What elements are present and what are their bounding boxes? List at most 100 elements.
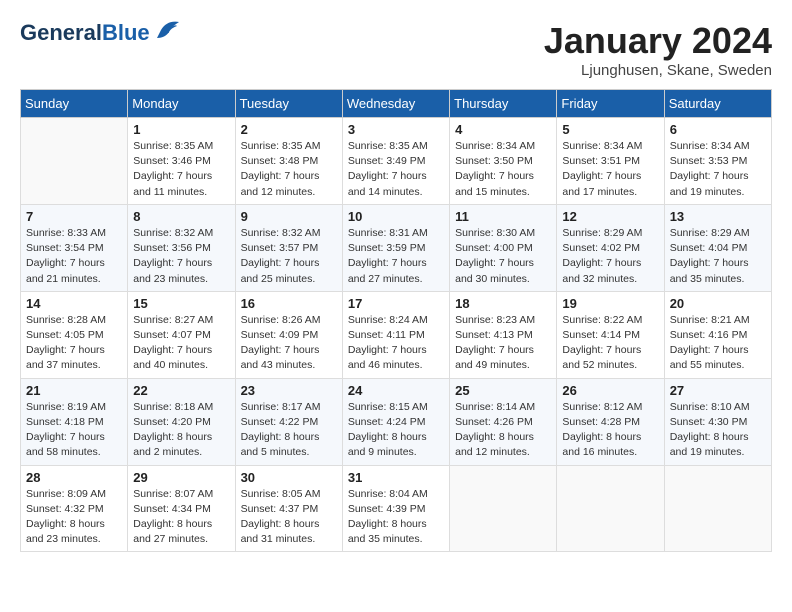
day-info: Sunrise: 8:26 AMSunset: 4:09 PMDaylight:… bbox=[241, 313, 337, 374]
day-number: 17 bbox=[348, 296, 444, 311]
day-info: Sunrise: 8:34 AMSunset: 3:53 PMDaylight:… bbox=[670, 139, 766, 200]
day-number: 28 bbox=[26, 470, 122, 485]
table-row: 17Sunrise: 8:24 AMSunset: 4:11 PMDayligh… bbox=[342, 291, 449, 378]
table-row: 8 Sunrise: 8:32 AMSunset: 3:56 PMDaylight… bbox=[128, 204, 235, 291]
day-info: Sunrise: 8:21 AMSunset: 4:16 PMDaylight:… bbox=[670, 313, 766, 374]
calendar-week-row: 21Sunrise: 8:19 AMSunset: 4:18 PMDayligh… bbox=[21, 378, 772, 465]
day-info: Sunrise: 8:23 AMSunset: 4:13 PMDaylight:… bbox=[455, 313, 551, 374]
col-saturday: Saturday bbox=[664, 90, 771, 118]
table-row: 28 Sunrise: 8:09 AMSunset: 4:32 PMDayligh… bbox=[21, 465, 128, 552]
day-info: Sunrise: 8:34 AMSunset: 3:51 PMDaylight:… bbox=[562, 139, 658, 200]
day-number: 22 bbox=[133, 383, 229, 398]
day-info: Sunrise: 8:34 AMSunset: 3:50 PMDaylight:… bbox=[455, 139, 551, 200]
day-info: Sunrise: 8:15 AMSunset: 4:24 PMDaylight:… bbox=[348, 400, 444, 461]
month-title: January 2024 bbox=[544, 20, 772, 62]
day-number: 24 bbox=[348, 383, 444, 398]
table-row bbox=[557, 465, 664, 552]
day-number: 11 bbox=[455, 209, 551, 224]
table-row: 1Sunrise: 8:35 AMSunset: 3:46 PMDaylight… bbox=[128, 118, 235, 205]
day-number: 7 bbox=[26, 209, 122, 224]
col-monday: Monday bbox=[128, 90, 235, 118]
table-row: 15 Sunrise: 8:27 AMSunset: 4:07 PMDayligh… bbox=[128, 291, 235, 378]
day-info: Sunrise: 8:28 AMSunset: 4:05 PMDaylight:… bbox=[26, 313, 122, 374]
day-info: Sunrise: 8:32 AMSunset: 3:57 PMDaylight:… bbox=[241, 226, 337, 287]
col-wednesday: Wednesday bbox=[342, 90, 449, 118]
table-row: 7 Sunrise: 8:33 AMSunset: 3:54 PMDaylight… bbox=[21, 204, 128, 291]
day-info: Sunrise: 8:29 AMSunset: 4:04 PMDaylight:… bbox=[670, 226, 766, 287]
day-number: 3 bbox=[348, 122, 444, 137]
day-info: Sunrise: 8:18 AMSunset: 4:20 PMDaylight:… bbox=[133, 400, 229, 461]
day-number: 4 bbox=[455, 122, 551, 137]
day-number: 8 bbox=[133, 209, 229, 224]
table-row: 9 Sunrise: 8:32 AMSunset: 3:57 PMDaylight… bbox=[235, 204, 342, 291]
table-row: 11 Sunrise: 8:30 AMSunset: 4:00 PMDayligh… bbox=[450, 204, 557, 291]
day-number: 27 bbox=[670, 383, 766, 398]
table-row bbox=[664, 465, 771, 552]
day-number: 16 bbox=[241, 296, 337, 311]
title-block: January 2024 Ljunghusen, Skane, Sweden bbox=[544, 20, 772, 79]
table-row: 18 Sunrise: 8:23 AMSunset: 4:13 PMDayligh… bbox=[450, 291, 557, 378]
day-info: Sunrise: 8:31 AMSunset: 3:59 PMDaylight:… bbox=[348, 226, 444, 287]
day-info: Sunrise: 8:07 AMSunset: 4:34 PMDaylight:… bbox=[133, 487, 229, 548]
table-row: 23 Sunrise: 8:17 AMSunset: 4:22 PMDayligh… bbox=[235, 378, 342, 465]
col-friday: Friday bbox=[557, 90, 664, 118]
day-number: 6 bbox=[670, 122, 766, 137]
day-info: Sunrise: 8:17 AMSunset: 4:22 PMDaylight:… bbox=[241, 400, 337, 461]
table-row: 12 Sunrise: 8:29 AMSunset: 4:02 PMDayligh… bbox=[557, 204, 664, 291]
table-row: 21Sunrise: 8:19 AMSunset: 4:18 PMDayligh… bbox=[21, 378, 128, 465]
day-number: 25 bbox=[455, 383, 551, 398]
page-header: General Blue January 2024 Ljunghusen, Sk… bbox=[20, 20, 772, 79]
day-info: Sunrise: 8:27 AMSunset: 4:07 PMDaylight:… bbox=[133, 313, 229, 374]
day-info: Sunrise: 8:33 AMSunset: 3:54 PMDaylight:… bbox=[26, 226, 122, 287]
day-info: Sunrise: 8:35 AMSunset: 3:49 PMDaylight:… bbox=[348, 139, 444, 200]
day-number: 31 bbox=[348, 470, 444, 485]
day-info: Sunrise: 8:32 AMSunset: 3:56 PMDaylight:… bbox=[133, 226, 229, 287]
table-row: 22 Sunrise: 8:18 AMSunset: 4:20 PMDayligh… bbox=[128, 378, 235, 465]
day-number: 13 bbox=[670, 209, 766, 224]
table-row: 30 Sunrise: 8:05 AMSunset: 4:37 PMDayligh… bbox=[235, 465, 342, 552]
table-row bbox=[21, 118, 128, 205]
table-row: 24 Sunrise: 8:15 AMSunset: 4:24 PMDayligh… bbox=[342, 378, 449, 465]
day-number: 2 bbox=[241, 122, 337, 137]
calendar-header-row: Sunday Monday Tuesday Wednesday Thursday… bbox=[21, 90, 772, 118]
logo-general-text: General bbox=[20, 20, 102, 46]
table-row: 14 Sunrise: 8:28 AMSunset: 4:05 PMDayligh… bbox=[21, 291, 128, 378]
table-row: 31 Sunrise: 8:04 AMSunset: 4:39 PMDayligh… bbox=[342, 465, 449, 552]
table-row bbox=[450, 465, 557, 552]
day-info: Sunrise: 8:10 AMSunset: 4:30 PMDaylight:… bbox=[670, 400, 766, 461]
table-row: 16 Sunrise: 8:26 AMSunset: 4:09 PMDayligh… bbox=[235, 291, 342, 378]
day-info: Sunrise: 8:22 AMSunset: 4:14 PMDaylight:… bbox=[562, 313, 658, 374]
calendar-week-row: 14 Sunrise: 8:28 AMSunset: 4:05 PMDayligh… bbox=[21, 291, 772, 378]
day-info: Sunrise: 8:14 AMSunset: 4:26 PMDaylight:… bbox=[455, 400, 551, 461]
day-info: Sunrise: 8:35 AMSunset: 3:48 PMDaylight:… bbox=[241, 139, 337, 200]
day-number: 29 bbox=[133, 470, 229, 485]
calendar-week-row: 1Sunrise: 8:35 AMSunset: 3:46 PMDaylight… bbox=[21, 118, 772, 205]
day-number: 14 bbox=[26, 296, 122, 311]
day-info: Sunrise: 8:30 AMSunset: 4:00 PMDaylight:… bbox=[455, 226, 551, 287]
table-row: 25 Sunrise: 8:14 AMSunset: 4:26 PMDayligh… bbox=[450, 378, 557, 465]
day-number: 9 bbox=[241, 209, 337, 224]
table-row: 13 Sunrise: 8:29 AMSunset: 4:04 PMDayligh… bbox=[664, 204, 771, 291]
day-number: 5 bbox=[562, 122, 658, 137]
day-info: Sunrise: 8:09 AMSunset: 4:32 PMDaylight:… bbox=[26, 487, 122, 548]
day-number: 15 bbox=[133, 296, 229, 311]
day-info: Sunrise: 8:29 AMSunset: 4:02 PMDaylight:… bbox=[562, 226, 658, 287]
day-number: 23 bbox=[241, 383, 337, 398]
day-number: 20 bbox=[670, 296, 766, 311]
day-info: Sunrise: 8:19 AMSunset: 4:18 PMDaylight:… bbox=[26, 400, 122, 461]
logo-bird-icon bbox=[153, 18, 181, 45]
table-row: 2 Sunrise: 8:35 AMSunset: 3:48 PMDaylight… bbox=[235, 118, 342, 205]
table-row: 29 Sunrise: 8:07 AMSunset: 4:34 PMDayligh… bbox=[128, 465, 235, 552]
day-number: 12 bbox=[562, 209, 658, 224]
day-number: 10 bbox=[348, 209, 444, 224]
calendar-week-row: 28 Sunrise: 8:09 AMSunset: 4:32 PMDayligh… bbox=[21, 465, 772, 552]
table-row: 20 Sunrise: 8:21 AMSunset: 4:16 PMDayligh… bbox=[664, 291, 771, 378]
day-number: 18 bbox=[455, 296, 551, 311]
day-info: Sunrise: 8:12 AMSunset: 4:28 PMDaylight:… bbox=[562, 400, 658, 461]
logo: General Blue bbox=[20, 20, 181, 46]
day-info: Sunrise: 8:05 AMSunset: 4:37 PMDaylight:… bbox=[241, 487, 337, 548]
day-number: 30 bbox=[241, 470, 337, 485]
day-info: Sunrise: 8:04 AMSunset: 4:39 PMDaylight:… bbox=[348, 487, 444, 548]
table-row: 4 Sunrise: 8:34 AMSunset: 3:50 PMDaylight… bbox=[450, 118, 557, 205]
table-row: 3 Sunrise: 8:35 AMSunset: 3:49 PMDaylight… bbox=[342, 118, 449, 205]
